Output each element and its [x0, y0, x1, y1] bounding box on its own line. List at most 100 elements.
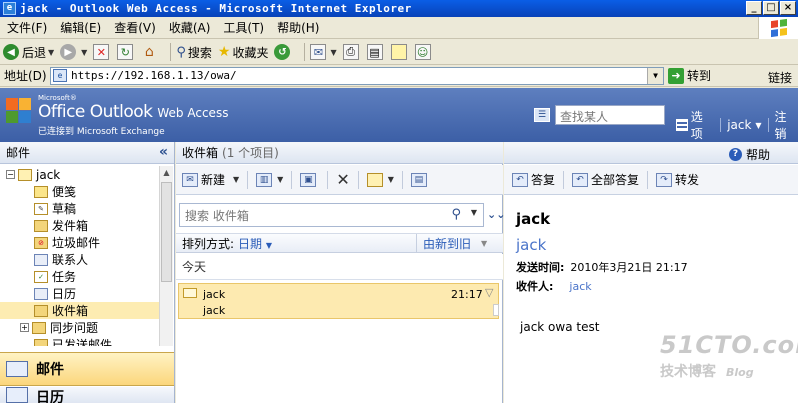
logout-link[interactable]: 注销 [775, 108, 798, 142]
folder-label: 任务 [52, 270, 77, 284]
message-checkbox[interactable] [493, 304, 499, 316]
folder-notes[interactable]: 便笺 [0, 183, 160, 200]
options-link[interactable]: 选项 [691, 108, 714, 142]
mail-dropdown-icon: ▼ [330, 47, 337, 57]
message-row[interactable]: jack 21:17 ▽ jack [178, 283, 499, 319]
collapse-pane-icon[interactable]: « [159, 144, 168, 160]
user-menu[interactable]: jack [727, 118, 751, 132]
message-list-pane: 收件箱 (1 个项目) ✉ 新建 ▼ ▥ ▼ ▣ ✕ ▼ ▤ 搜索 收件箱 ⚲ … [176, 142, 505, 403]
close-button[interactable]: × [780, 1, 796, 15]
calendar-icon [34, 287, 48, 300]
flag-icon[interactable]: ▽ [485, 286, 493, 299]
search-icon[interactable]: ⚲ [451, 207, 461, 222]
folder-inbox[interactable]: 收件箱 [0, 302, 160, 319]
view-button[interactable]: ▥ ▼ [256, 172, 283, 187]
sort-by-date-dropdown[interactable]: 日期 ▼ [238, 235, 272, 252]
folder-drafts[interactable]: ✎ 草稿 [0, 200, 160, 217]
search-inbox-input[interactable]: 搜索 收件箱 ⚲ ▼ [179, 203, 484, 227]
folder-scrollbar[interactable]: ▲ [159, 166, 173, 346]
stop-button[interactable]: ✕ [93, 44, 111, 60]
sent-value: 2010年3月21日 21:17 [570, 261, 688, 274]
new-label: 新建 [201, 173, 226, 187]
menu-edit[interactable]: 编辑(E) [57, 19, 111, 36]
new-mail-icon: ✉ [182, 172, 198, 187]
go-arrow-icon: ➜ [668, 67, 684, 84]
address-book-icon[interactable]: ☰ [534, 108, 550, 122]
folder-title: 收件箱 [182, 146, 219, 160]
nav-calendar-button[interactable]: 日历 [0, 387, 174, 403]
toolbar-separator [291, 170, 293, 189]
refresh-button[interactable]: ↻ [117, 44, 135, 60]
minimize-button[interactable]: _ [746, 1, 762, 15]
search-scope-dropdown-icon[interactable]: ▼ [471, 208, 477, 217]
brand-connected: 已连接到 Microsoft Exchange [38, 127, 165, 137]
message-toolbar: ✉ 新建 ▼ ▥ ▼ ▣ ✕ ▼ ▤ [176, 165, 503, 195]
delete-button[interactable]: ✕ [336, 170, 349, 189]
favorites-button[interactable]: ★ 收藏夹 [218, 44, 269, 61]
folder-label: 已发送邮件 [52, 338, 113, 346]
message-from: jack [203, 288, 226, 301]
menu-file[interactable]: 文件(F) [4, 19, 57, 36]
sender-name[interactable]: jack [516, 236, 546, 254]
brand-web-access: Web Access [157, 106, 229, 120]
forward-mail-button[interactable]: ↷ 转发 [656, 171, 699, 188]
history-button[interactable]: ↺ [274, 44, 293, 60]
scroll-thumb[interactable] [161, 182, 172, 282]
reply-icon: ↶ [512, 172, 528, 187]
move-button[interactable]: ▣ [300, 172, 319, 187]
address-input[interactable]: e https://192.168.1.13/owa/ ▼ [50, 66, 664, 85]
folder-label: 同步问题 [50, 321, 99, 335]
header-separator [767, 118, 769, 132]
mail-button[interactable]: ✉ ▼ [310, 44, 337, 60]
folder-outbox[interactable]: 发件箱 [0, 217, 160, 234]
messenger-button[interactable]: ☺ [414, 44, 433, 60]
folder-sync-issues[interactable]: + 同步问题 [0, 319, 160, 336]
menu-bar: 文件(F) 编辑(E) 查看(V) 收藏(A) 工具(T) 帮助(H) [0, 17, 798, 39]
check-messages-button[interactable]: ▤ [410, 172, 430, 187]
reply-button[interactable]: ↶ 答复 [512, 171, 555, 188]
search-inbox-placeholder: 搜索 收件箱 [185, 208, 249, 223]
nav-mail-button[interactable]: 邮件 [0, 352, 174, 386]
reading-toolbar: ↶ 答复 ↶ 全部答复 ↷ 转发 [504, 165, 798, 195]
back-arrow-icon: ◀ [3, 44, 19, 60]
scroll-up-icon[interactable]: ▲ [160, 166, 173, 180]
move-to-button[interactable]: ▼ [366, 172, 394, 187]
collapse-icon[interactable]: − [6, 170, 15, 179]
search-button[interactable]: ⚲ 搜索 [176, 44, 212, 61]
sort-order-button[interactable]: 由新到旧 ▼ [416, 234, 502, 252]
new-message-button[interactable]: ✉ 新建 ▼ [182, 171, 239, 188]
folder-tasks[interactable]: ✓ 任务 [0, 268, 160, 285]
folder-calendar[interactable]: 日历 [0, 285, 160, 302]
envelope-icon [183, 288, 197, 298]
menu-tools[interactable]: 工具(T) [220, 19, 274, 36]
watermark: 51CTO.com 技术博客 Blog [660, 331, 798, 381]
reply-all-button[interactable]: ↶ 全部答复 [572, 171, 639, 188]
maximize-button[interactable]: □ [763, 1, 779, 15]
find-someone-input[interactable]: 查找某人 [555, 105, 665, 125]
expand-icon[interactable]: + [20, 323, 29, 332]
ie-page-icon: e [3, 2, 16, 15]
new-dropdown-icon[interactable]: ▼ [233, 175, 239, 184]
address-dropdown-icon[interactable]: ▼ [647, 67, 663, 84]
forward-button[interactable]: ▶ ▼ [60, 44, 87, 60]
back-button[interactable]: ◀ 后退 ▼ [3, 44, 54, 61]
reply-label: 答复 [531, 173, 556, 187]
discuss-button[interactable] [390, 44, 409, 60]
print-button[interactable]: ⎙ [342, 44, 361, 60]
folder-sent[interactable]: 已发送邮件 [0, 336, 160, 346]
recipient-link[interactable]: jack [569, 280, 591, 293]
menu-view[interactable]: 查看(V) [111, 19, 166, 36]
edit-button[interactable]: ▤ [366, 44, 385, 60]
folder-root[interactable]: − jack [0, 166, 160, 183]
menu-favorites[interactable]: 收藏(A) [166, 19, 221, 36]
help-button[interactable]: ? 帮助 [728, 146, 770, 163]
links-button[interactable]: 链接 [768, 69, 792, 86]
folder-contacts[interactable]: 联系人 [0, 251, 160, 268]
go-button[interactable]: ➜ 转到 [668, 67, 711, 84]
folder-junk[interactable]: ⊘ 垃圾邮件 [0, 234, 160, 251]
user-dropdown-icon[interactable]: ▼ [755, 121, 761, 130]
expand-search-icon[interactable]: ⌄⌄ [487, 208, 505, 221]
home-button[interactable]: ⌂ [141, 44, 159, 60]
forward-arrow-icon: ▶ [60, 44, 77, 60]
menu-help[interactable]: 帮助(H) [274, 19, 329, 36]
